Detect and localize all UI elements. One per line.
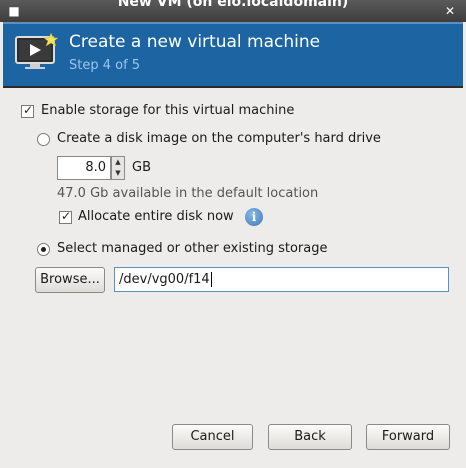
text-caret (210, 272, 212, 287)
storage-path-value: /dev/vg00/f14 (119, 272, 210, 287)
existing-storage-radio[interactable] (37, 243, 50, 256)
allocate-disk-label: Allocate entire disk now (78, 209, 234, 224)
create-disk-radio[interactable] (37, 133, 50, 146)
cancel-button[interactable]: Cancel (172, 424, 253, 450)
check-icon: ✓ (61, 209, 72, 223)
radio-dot (41, 247, 46, 252)
window-titlebar: ■ New VM (on elo.localdomain) ✕ (0, 0, 466, 22)
allocate-disk-checkbox[interactable]: ✓ (59, 209, 72, 224)
window-title: New VM (on elo.localdomain) (117, 0, 349, 10)
create-disk-label: Create a disk image on the computer's ha… (57, 131, 381, 146)
wizard-header: Create a new virtual machine Step 4 of 5 (3, 22, 463, 88)
wizard-title: Create a new virtual machine (69, 32, 321, 52)
forward-button[interactable]: Forward (366, 424, 450, 450)
back-button[interactable]: Back (268, 424, 352, 450)
existing-storage-label: Select managed or other existing storage (57, 241, 328, 256)
available-space-text: 47.0 Gb available in the default locatio… (57, 186, 319, 201)
enable-storage-checkbox[interactable]: ✓ (21, 103, 34, 118)
browse-button[interactable]: Browse... (35, 267, 105, 293)
disk-size-stepper[interactable]: ▲ ▼ (111, 156, 125, 180)
chevron-down-icon[interactable]: ▼ (112, 168, 124, 179)
disk-size-input[interactable]: 8.0 (57, 156, 111, 180)
disk-size-unit: GB (132, 160, 151, 175)
vm-screen-icon (15, 32, 59, 71)
check-icon: ✓ (23, 103, 34, 117)
enable-storage-label: Enable storage for this virtual machine (41, 103, 295, 118)
storage-path-input[interactable]: /dev/vg00/f14 (114, 267, 449, 292)
close-icon[interactable]: ✕ (442, 3, 458, 19)
chevron-up-icon[interactable]: ▲ (112, 157, 124, 168)
info-icon[interactable]: i (245, 208, 263, 226)
wizard-step: Step 4 of 5 (69, 58, 141, 73)
